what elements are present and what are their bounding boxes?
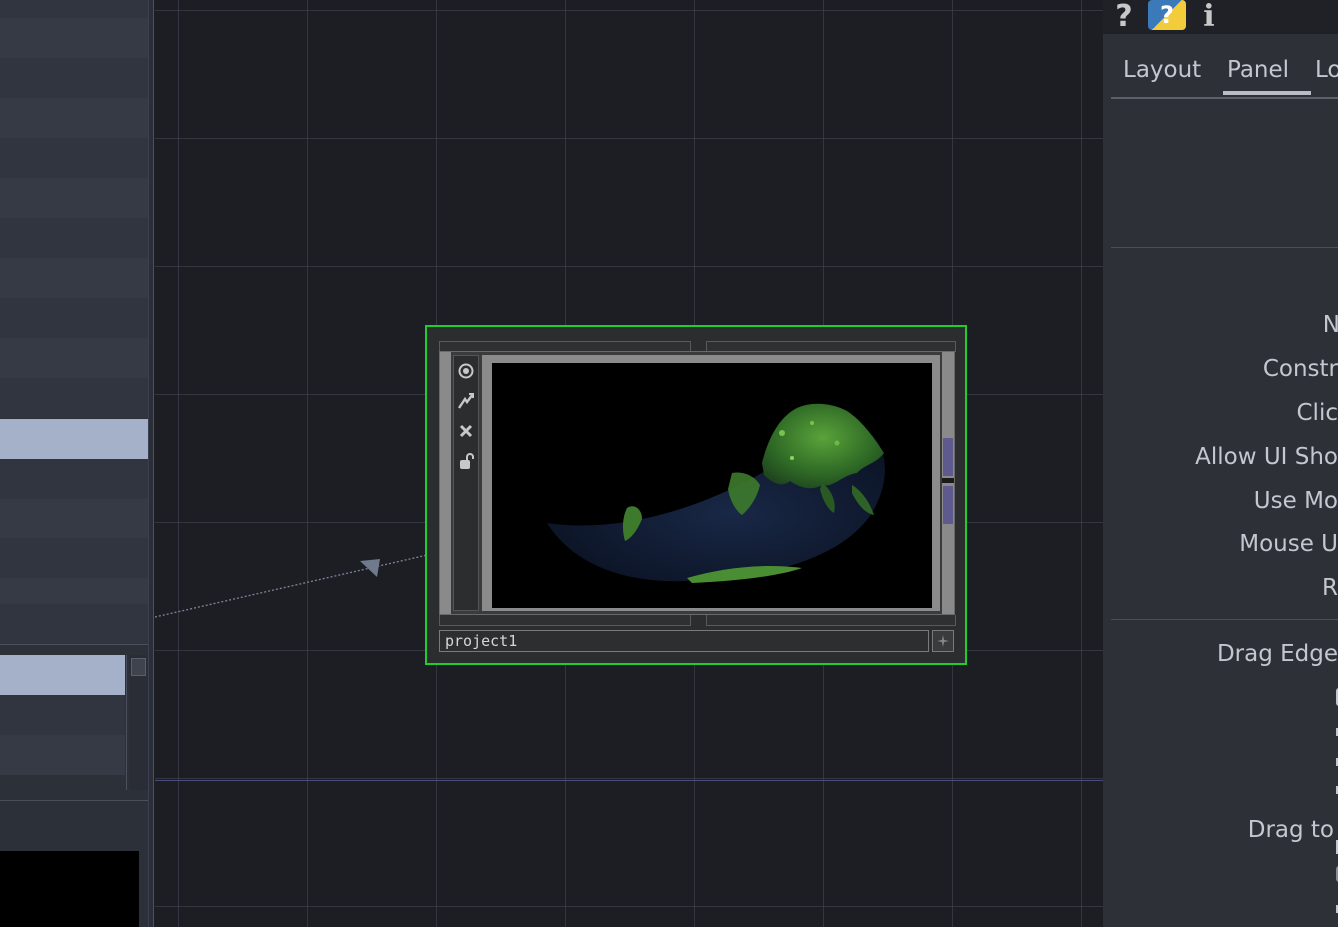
list-row[interactable] bbox=[0, 178, 148, 218]
earth-projection-image bbox=[547, 403, 885, 583]
list-row[interactable] bbox=[0, 604, 148, 644]
left-list-panel bbox=[0, 0, 148, 927]
scrollbar-thumb[interactable] bbox=[131, 658, 146, 676]
plus-icon bbox=[937, 635, 949, 647]
sub-list-row[interactable] bbox=[0, 735, 125, 775]
network-editor[interactable]: project1 bbox=[155, 0, 1103, 927]
node-output-rail[interactable] bbox=[942, 352, 954, 614]
parameter-panel: ? ? i Layout Panel Lo N Constr Clic Allo… bbox=[1103, 0, 1338, 927]
list-row[interactable] bbox=[0, 18, 148, 58]
param-label: Drag to bbox=[1247, 817, 1334, 843]
list-row[interactable] bbox=[0, 499, 148, 539]
sub-list-row-selected[interactable] bbox=[0, 655, 125, 695]
list-row[interactable] bbox=[0, 538, 148, 578]
list-row[interactable] bbox=[0, 459, 148, 499]
sub-list bbox=[0, 655, 127, 790]
node-input-rail[interactable] bbox=[440, 352, 451, 614]
list-row[interactable] bbox=[0, 218, 148, 258]
node-expand-button[interactable] bbox=[932, 630, 954, 652]
slot-separator bbox=[942, 478, 954, 483]
close-icon[interactable] bbox=[455, 417, 477, 445]
list-row[interactable] bbox=[0, 98, 148, 138]
list-row[interactable] bbox=[0, 338, 148, 378]
node-flag-strip bbox=[453, 355, 479, 611]
param-label: N bbox=[1322, 312, 1338, 338]
section-divider bbox=[1111, 619, 1338, 620]
param-label: Mouse U bbox=[1239, 531, 1338, 557]
active-tab-indicator bbox=[1223, 91, 1311, 95]
list-row[interactable] bbox=[0, 138, 148, 178]
param-label: Use Mo bbox=[1253, 488, 1338, 514]
node-body[interactable] bbox=[439, 351, 955, 615]
node-connector-slot[interactable] bbox=[943, 486, 953, 524]
info-icon[interactable]: i bbox=[1199, 0, 1219, 34]
section-divider bbox=[1111, 247, 1338, 248]
node-output-tab[interactable] bbox=[439, 615, 691, 626]
panel-gap bbox=[0, 801, 148, 851]
node-connector-slot[interactable] bbox=[943, 438, 953, 476]
param-label: Allow UI Sho bbox=[1195, 444, 1338, 470]
tab-layout[interactable]: Layout bbox=[1123, 57, 1201, 83]
wire-arrow-icon bbox=[360, 559, 380, 577]
param-label: Clic bbox=[1296, 400, 1338, 426]
parameter-toolbar: ? ? i bbox=[1103, 0, 1338, 34]
list-row[interactable] bbox=[0, 298, 148, 338]
node-viewer-image[interactable] bbox=[492, 363, 932, 608]
list-row[interactable] bbox=[0, 378, 148, 418]
divider bbox=[0, 644, 148, 645]
sub-list-row[interactable] bbox=[0, 695, 125, 735]
project-top-node[interactable]: project1 bbox=[425, 325, 967, 665]
pane-splitter[interactable] bbox=[148, 0, 154, 927]
tab-panel[interactable]: Panel bbox=[1227, 57, 1289, 83]
viewer-flag-icon[interactable] bbox=[455, 357, 477, 385]
node-output-tab[interactable] bbox=[706, 615, 956, 626]
param-label: Constr bbox=[1262, 356, 1338, 382]
list-row-selected[interactable] bbox=[0, 419, 148, 459]
python-help-icon[interactable]: ? bbox=[1148, 0, 1186, 30]
list-row[interactable] bbox=[0, 258, 148, 298]
param-label: R bbox=[1322, 575, 1338, 601]
list-row[interactable] bbox=[0, 58, 148, 98]
lock-icon[interactable] bbox=[455, 447, 477, 475]
parameter-tab-bar: Layout Panel Lo bbox=[1111, 52, 1338, 99]
tab-look[interactable]: Lo bbox=[1315, 57, 1338, 83]
preview-viewer bbox=[0, 851, 139, 927]
help-icon[interactable]: ? bbox=[1111, 0, 1137, 34]
node-viewer-frame bbox=[482, 355, 940, 611]
param-label: Drag Edge bbox=[1216, 641, 1338, 667]
bypass-flag-icon[interactable] bbox=[455, 387, 477, 415]
node-name-field[interactable]: project1 bbox=[439, 630, 929, 652]
